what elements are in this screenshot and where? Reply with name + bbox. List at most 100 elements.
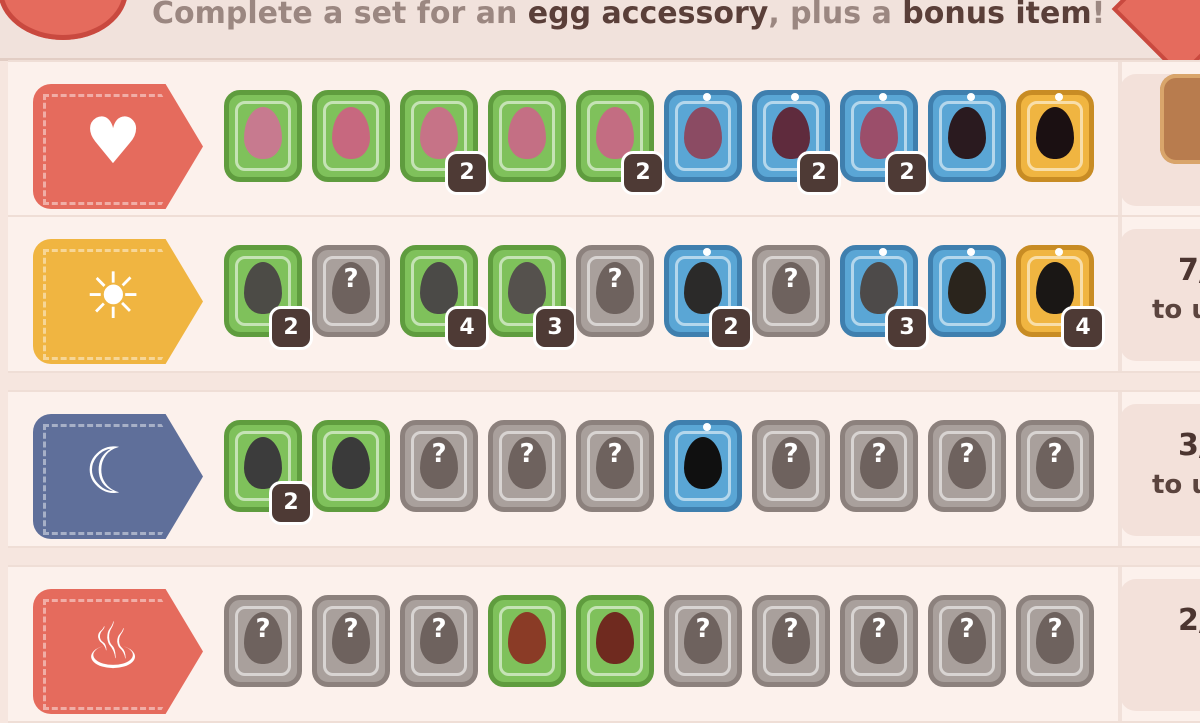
moon-icon: ☾ <box>84 435 142 509</box>
unknown-egg-label: ? <box>607 264 623 294</box>
unknown-egg-label: ? <box>519 439 535 469</box>
egg-slot-unknown[interactable]: ? <box>312 595 390 687</box>
egg-count-badge: 2 <box>621 151 665 195</box>
row-sun: ☀2?43?2?347/to u <box>8 215 1200 373</box>
subtitle-part: ! <box>1091 0 1106 31</box>
egg-slots: 2??????? <box>216 420 1106 525</box>
egg-slots: 2222 <box>216 90 1106 195</box>
egg-slot-unknown[interactable]: ? <box>664 595 742 687</box>
egg-slot-unknown[interactable]: ? <box>312 245 390 337</box>
egg-count-badge: 2 <box>269 481 313 525</box>
egg-slot[interactable] <box>664 90 742 182</box>
egg-slot[interactable] <box>928 90 1006 182</box>
sun-icon: ☀ <box>84 260 142 334</box>
heart-icon: ♥ <box>84 105 142 179</box>
egg-slot[interactable]: 2 <box>840 90 929 195</box>
egg-slots: 2? 4 3? 2? 3 4 <box>216 245 1106 350</box>
row-tag-love: ♥ <box>33 84 203 209</box>
unknown-egg-label: ? <box>959 614 975 644</box>
egg-slot-unknown[interactable]: ? <box>224 595 302 687</box>
unknown-egg-label: ? <box>871 614 887 644</box>
subtitle-part: , plus a <box>768 0 903 31</box>
egg-slot[interactable] <box>488 595 566 687</box>
egg-slot[interactable]: 3 <box>840 245 929 350</box>
fire-icon: ♨ <box>84 610 142 684</box>
reward-progress: 3/ <box>1178 428 1200 463</box>
egg-slot-unknown[interactable]: ? <box>400 595 478 687</box>
unknown-egg-label: ? <box>431 614 447 644</box>
rarity-dot-icon <box>967 248 975 256</box>
reward-subtitle: to u <box>1152 470 1200 500</box>
row-reward[interactable]: 2/ <box>1120 579 1200 711</box>
egg-slot[interactable]: 2 <box>224 420 313 525</box>
egg-slot-unknown[interactable]: ? <box>928 595 1006 687</box>
unknown-egg-label: ? <box>343 264 359 294</box>
unknown-egg-label: ? <box>607 439 623 469</box>
egg-slot[interactable] <box>1016 90 1094 182</box>
egg-slot[interactable] <box>312 90 390 182</box>
egg-slot-unknown[interactable]: ? <box>576 245 654 337</box>
egg-slot-unknown[interactable]: ? <box>576 420 654 512</box>
egg-slot[interactable] <box>312 420 390 512</box>
egg-count-badge: 2 <box>445 151 489 195</box>
header-subtitle: Complete a set for an egg accessory, plu… <box>152 0 1105 34</box>
header-bar: Complete a set for an egg accessory, plu… <box>0 0 1200 79</box>
row-reward[interactable]: 7/to u <box>1120 229 1200 361</box>
egg-slot[interactable] <box>224 90 302 182</box>
egg-slot-unknown[interactable]: ? <box>400 420 478 512</box>
egg-slot[interactable] <box>664 420 742 512</box>
rarity-dot-icon <box>703 248 711 256</box>
row-fire: ♨???????? 2/ <box>8 565 1200 723</box>
row-tag-sun: ☀ <box>33 239 203 364</box>
egg-count-badge: 3 <box>885 306 929 350</box>
unknown-egg-label: ? <box>783 264 799 294</box>
egg-count-badge: 2 <box>709 306 753 350</box>
reward-progress: 7/ <box>1178 253 1200 288</box>
rarity-dot-icon <box>1055 93 1063 101</box>
rarity-dot-icon <box>1055 248 1063 256</box>
unknown-egg-label: ? <box>431 439 447 469</box>
unknown-egg-label: ? <box>783 439 799 469</box>
egg-slots: ???????? <box>216 595 1106 695</box>
row-reward[interactable] <box>1120 74 1200 206</box>
row-love: ♥ 2 2 2 2 <box>8 60 1200 218</box>
row-tag-fire: ♨ <box>33 589 203 714</box>
egg-slot[interactable]: 4 <box>400 245 489 350</box>
reward-subtitle: to u <box>1152 295 1200 325</box>
egg-slot[interactable]: 2 <box>224 245 313 350</box>
rarity-dot-icon <box>703 423 711 431</box>
egg-slot[interactable] <box>576 595 654 687</box>
egg-slot-unknown[interactable]: ? <box>488 420 566 512</box>
egg-slot-unknown[interactable]: ? <box>840 420 918 512</box>
egg-slot-unknown[interactable]: ? <box>1016 595 1094 687</box>
row-tag-moon: ☾ <box>33 414 203 539</box>
egg-slot[interactable]: 3 <box>488 245 577 350</box>
rarity-dot-icon <box>967 93 975 101</box>
unknown-egg-label: ? <box>1047 614 1063 644</box>
rarity-dot-icon <box>879 248 887 256</box>
egg-slot[interactable]: 2 <box>664 245 753 350</box>
egg-slot-unknown[interactable]: ? <box>752 595 830 687</box>
subtitle-part-bold: egg accessory <box>527 0 769 31</box>
egg-count-badge: 2 <box>269 306 313 350</box>
egg-slot-unknown[interactable]: ? <box>752 420 830 512</box>
egg-slot-unknown[interactable]: ? <box>928 420 1006 512</box>
egg-slot[interactable]: 2 <box>576 90 665 195</box>
egg-count-badge: 3 <box>533 306 577 350</box>
egg-slot-unknown[interactable]: ? <box>752 245 830 337</box>
reward-item-icon <box>1160 74 1200 164</box>
rarity-dot-icon <box>703 93 711 101</box>
row-reward[interactable]: 3/to u <box>1120 404 1200 536</box>
egg-slot[interactable]: 4 <box>1016 245 1105 350</box>
egg-slot-unknown[interactable]: ? <box>1016 420 1094 512</box>
row-moon: ☾2???????3/to u <box>8 390 1200 548</box>
egg-slot[interactable] <box>488 90 566 182</box>
egg-slot[interactable]: 2 <box>400 90 489 195</box>
unknown-egg-label: ? <box>783 614 799 644</box>
egg-slot-unknown[interactable]: ? <box>840 595 918 687</box>
egg-slot[interactable]: 2 <box>752 90 841 195</box>
rarity-dot-icon <box>791 93 799 101</box>
unknown-egg-label: ? <box>871 439 887 469</box>
header-badge-icon <box>0 0 128 40</box>
egg-slot[interactable] <box>928 245 1006 337</box>
